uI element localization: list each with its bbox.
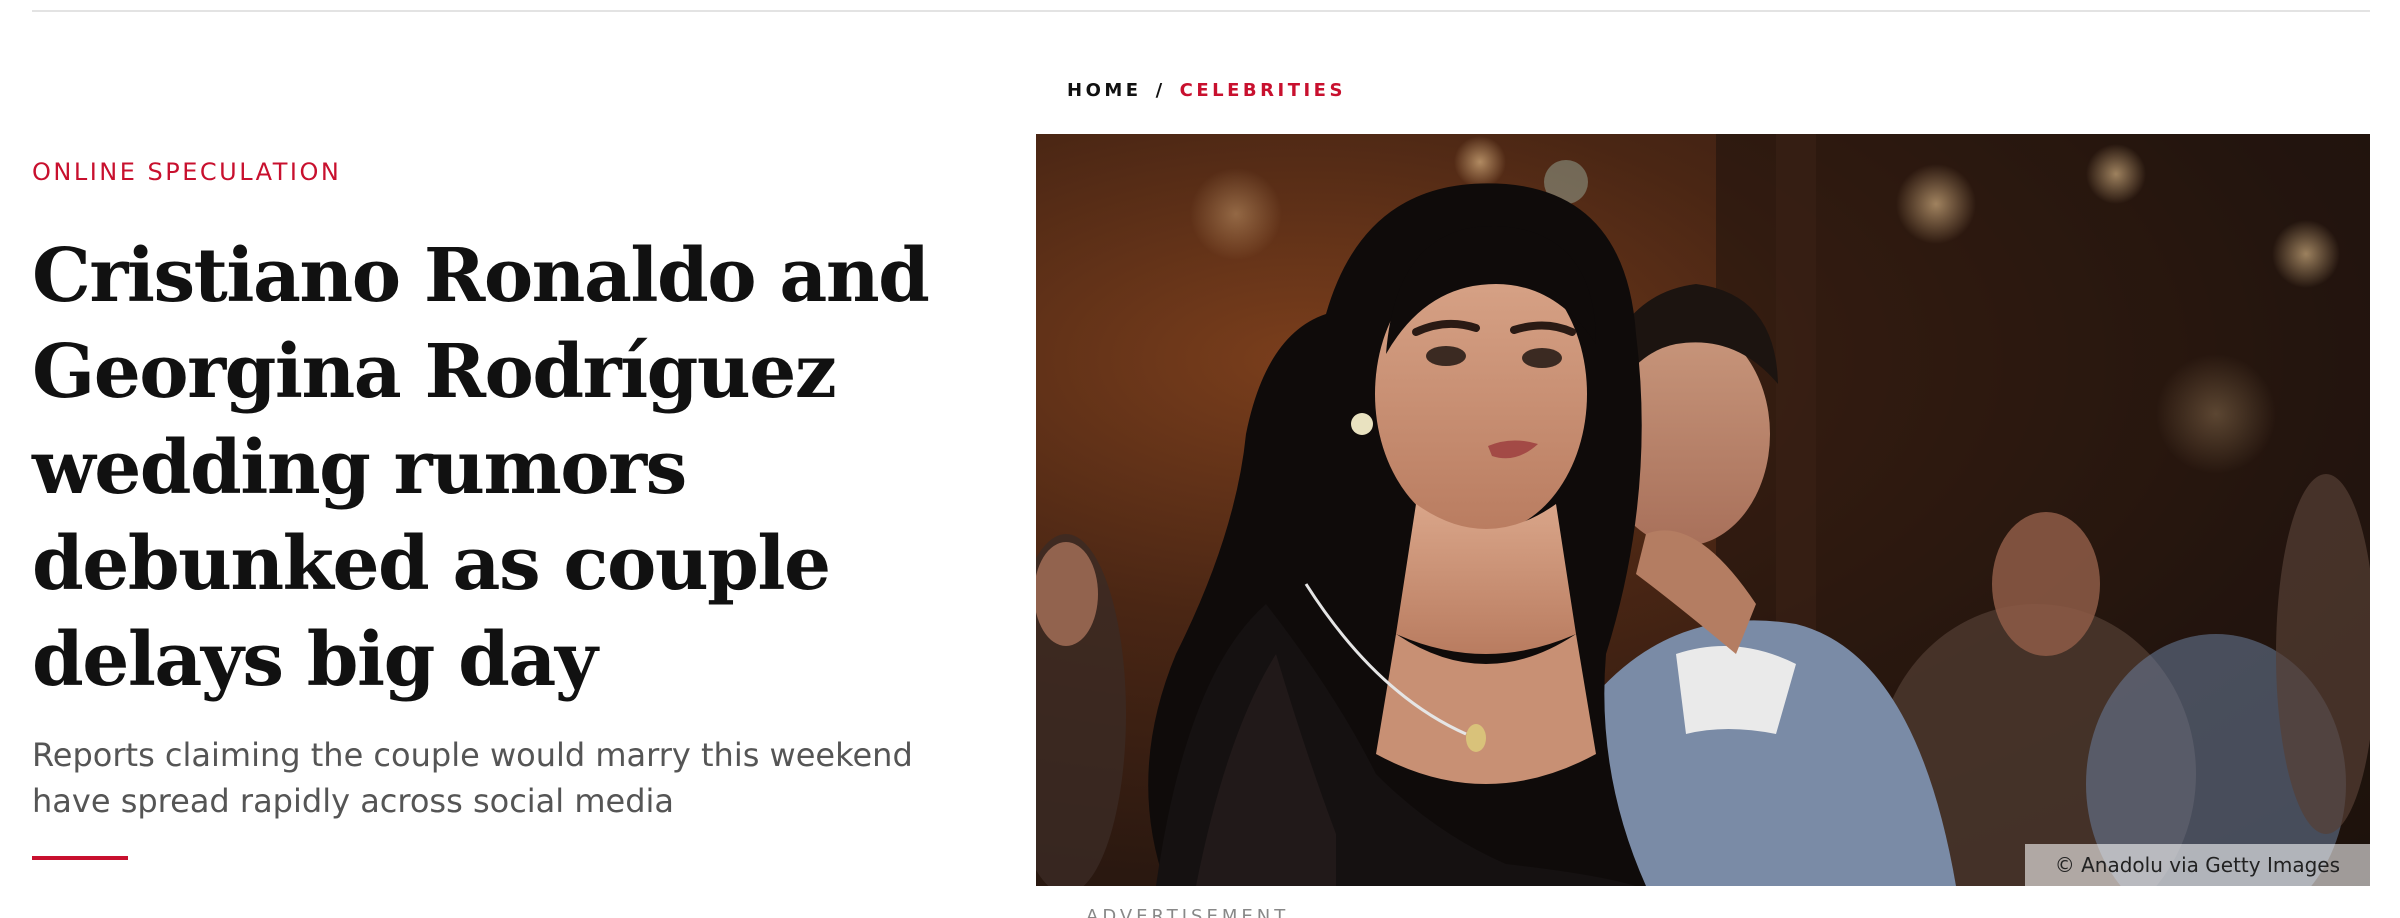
photo-credit: © Anadolu via Getty Images: [2024, 844, 2370, 886]
advertisement-label: ADVERTISEMENT: [1086, 906, 1290, 918]
article-header: ONLINE SPECULATION Cristiano Ronaldo and…: [32, 0, 992, 918]
article-kicker[interactable]: ONLINE SPECULATION: [32, 158, 341, 186]
accent-divider: [32, 856, 128, 860]
dek-line: have spread rapidly across social media: [32, 782, 675, 820]
article-headline: Cristiano Ronaldo and Georgina Rodríguez…: [32, 228, 992, 708]
breadcrumb-separator: /: [1155, 80, 1166, 101]
dek-line: Reports claiming the couple would marry …: [32, 736, 913, 774]
hero-image[interactable]: © Anadolu via Getty Images: [1036, 134, 2370, 886]
article-dek: Reports claiming the couple would marry …: [32, 732, 992, 824]
headline-line: Georgina Rodríguez: [32, 329, 837, 415]
headline-line: Cristiano Ronaldo and: [32, 233, 930, 319]
headline-line: debunked as couple: [32, 521, 831, 607]
breadcrumb-celebrities-link[interactable]: CELEBRITIES: [1180, 80, 1346, 101]
breadcrumb-home-link[interactable]: HOME: [1067, 80, 1142, 101]
headline-line: delays big day: [32, 617, 598, 703]
headline-line: wedding rumors: [32, 425, 687, 511]
breadcrumb: HOME / CELEBRITIES: [1067, 80, 1346, 101]
hero-photo-illustration: [1036, 134, 2370, 886]
